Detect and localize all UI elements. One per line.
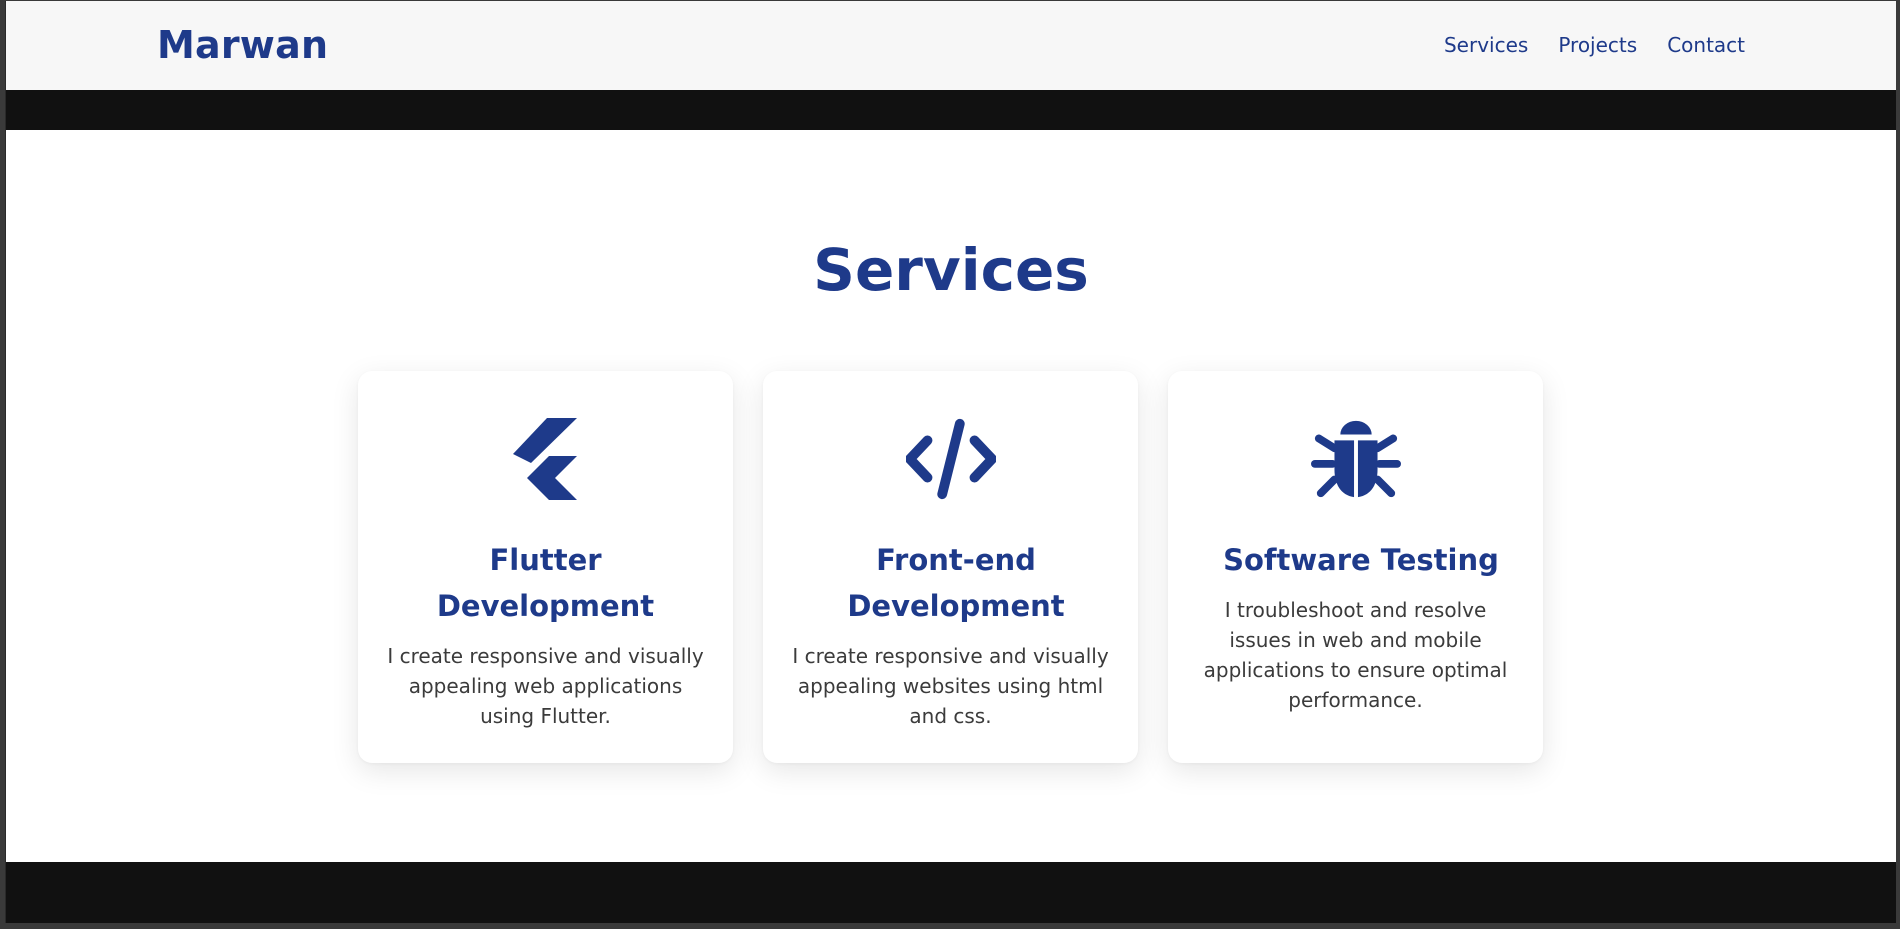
main-nav: Services Projects Contact: [1444, 33, 1745, 57]
nav-link-projects[interactable]: Projects: [1558, 33, 1637, 57]
services-cards: Flutter Development I create responsive …: [358, 371, 1543, 763]
card-description: I create responsive and visually appeali…: [387, 644, 704, 728]
card-title: Front-end Development: [847, 543, 1065, 623]
brand-logo[interactable]: Marwan: [157, 23, 328, 67]
service-card-frontend: Front-end Development I create responsiv…: [763, 371, 1138, 763]
browser-window: Marwan Services Projects Contact Service…: [5, 1, 1896, 923]
site-header: Marwan Services Projects Contact: [6, 1, 1896, 90]
code-icon: [905, 417, 996, 501]
card-title: Flutter Development: [436, 543, 655, 623]
bug-icon: [1310, 417, 1401, 501]
hero-band: [6, 90, 1896, 130]
section-title: Services: [813, 236, 1089, 304]
card-description: I create responsive and visually appeali…: [792, 644, 1109, 728]
footer-band: [6, 862, 1896, 923]
service-card-testing: Software Testing I troubleshoot and reso…: [1168, 371, 1543, 763]
flutter-icon: [501, 417, 591, 501]
card-title: Software Testing: [1223, 543, 1499, 577]
nav-link-contact[interactable]: Contact: [1667, 33, 1745, 57]
card-description: I troubleshoot and resolve issues in web…: [1203, 598, 1508, 712]
service-card-flutter: Flutter Development I create responsive …: [358, 371, 733, 763]
nav-link-services[interactable]: Services: [1444, 33, 1528, 57]
